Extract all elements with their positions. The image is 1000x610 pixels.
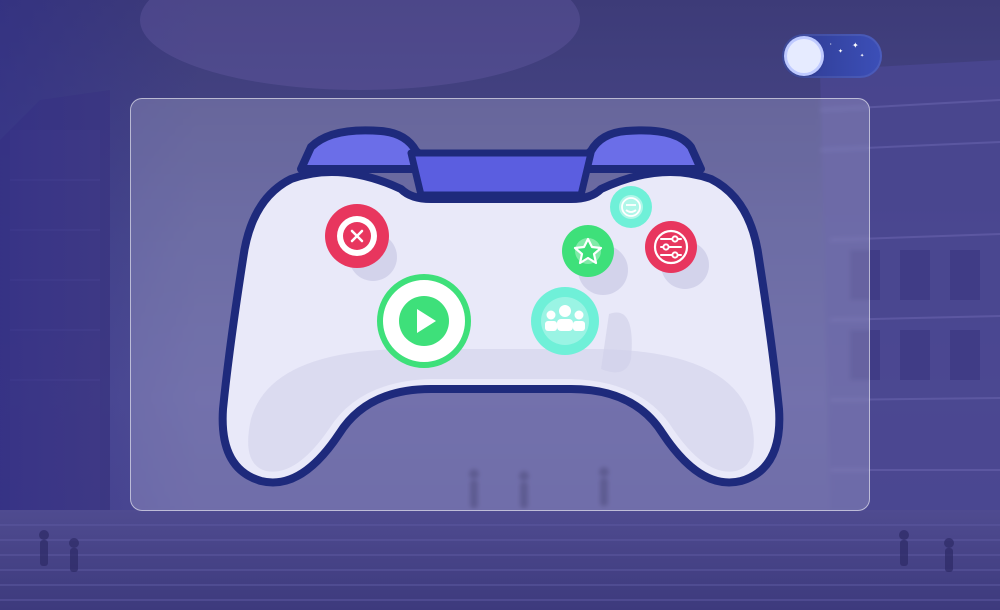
gamepad-illustration xyxy=(218,126,784,487)
background-scene: ✦ ✦ ✦ • xyxy=(0,0,1000,610)
sliders-icon xyxy=(660,235,682,259)
play-button[interactable] xyxy=(377,274,471,368)
gamepad-card xyxy=(130,98,870,511)
star-icon: ✦ xyxy=(838,49,844,55)
star-icon: ✦ xyxy=(860,53,865,59)
theme-toggle[interactable]: ✦ ✦ ✦ • xyxy=(782,34,882,78)
star-icon: • xyxy=(830,41,832,46)
star-icon: ✦ xyxy=(852,41,859,50)
toggle-knob[interactable] xyxy=(787,39,821,73)
chat-button[interactable] xyxy=(610,186,652,228)
